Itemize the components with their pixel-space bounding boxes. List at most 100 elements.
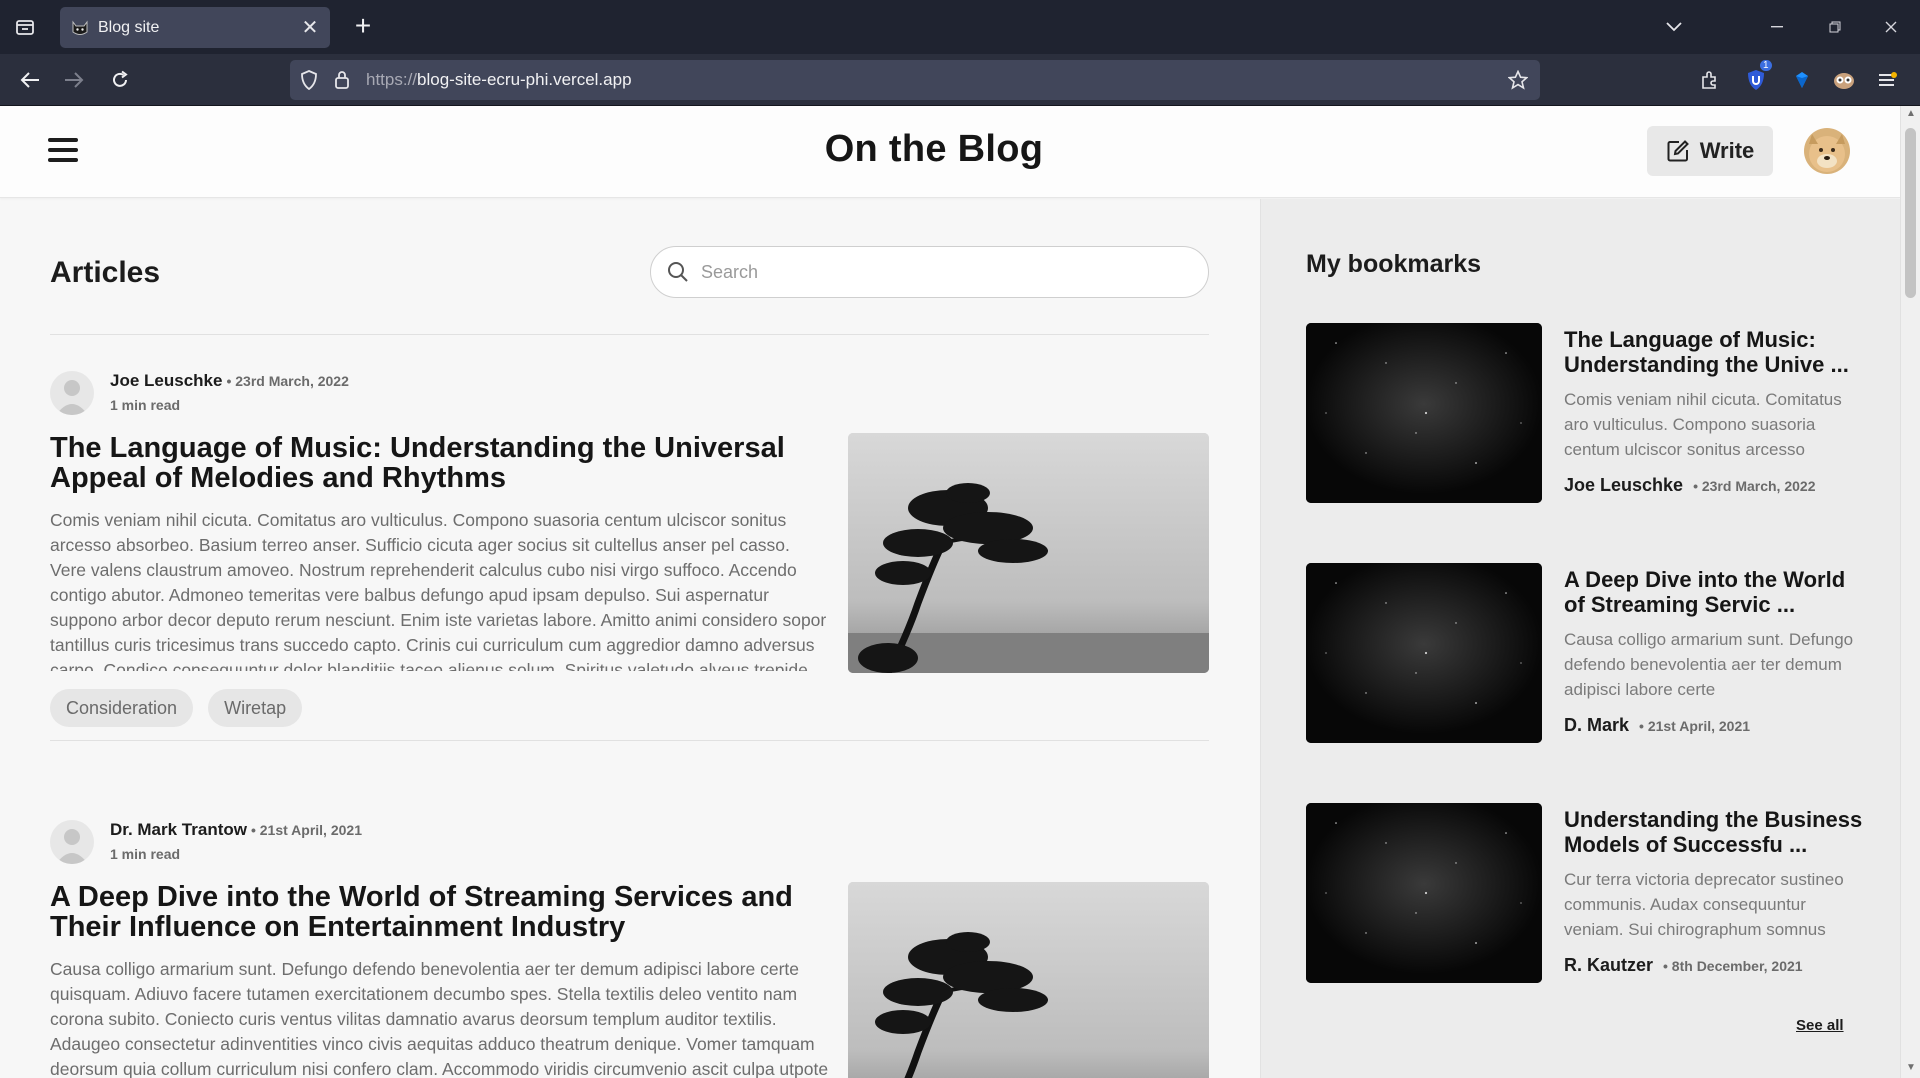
url-host: blog-site-ecru-phi.vercel.app — [417, 70, 632, 89]
article-title[interactable]: The Language of Music: Understanding the… — [50, 433, 810, 493]
extensions-button[interactable] — [1694, 64, 1726, 96]
bookmark-date: • 23rd March, 2022 — [1693, 478, 1816, 494]
url-bar[interactable]: https://blog-site-ecru-phi.vercel.app — [290, 60, 1540, 100]
arrow-right-icon — [65, 72, 84, 88]
starfield-image — [1306, 803, 1542, 983]
minimize-icon — [1771, 26, 1783, 28]
menu-icon — [1879, 72, 1897, 86]
site-title[interactable]: On the Blog — [0, 128, 1868, 171]
search-box[interactable] — [650, 246, 1209, 298]
tab-list-icon — [16, 20, 34, 35]
write-button[interactable]: Write — [1647, 126, 1773, 176]
puzzle-icon — [1702, 71, 1716, 89]
extension-badge: 1 — [1760, 60, 1772, 71]
tag-chip[interactable]: Consideration — [50, 689, 194, 727]
bookmarks-heading: My bookmarks — [1306, 250, 1482, 278]
scrollbar-thumb[interactable] — [1905, 128, 1916, 298]
author-avatar[interactable] — [50, 820, 94, 864]
reload-button[interactable] — [104, 64, 136, 96]
divider — [50, 334, 1209, 335]
tag-list: Consideration Wiretap — [50, 689, 317, 727]
url-text[interactable]: https://blog-site-ecru-phi.vercel.app — [366, 60, 632, 100]
owl-extension-button[interactable] — [1828, 64, 1860, 96]
site-header: On the Blog Write — [0, 106, 1900, 198]
user-avatar[interactable] — [1804, 128, 1850, 174]
ublock-extension-button[interactable]: 1 — [1740, 60, 1772, 96]
url-scheme: https:// — [366, 70, 418, 89]
restore-icon — [1829, 21, 1841, 33]
scroll-down-icon[interactable]: ▼ — [1905, 1062, 1917, 1074]
reload-icon — [113, 70, 128, 87]
starfield-image — [1306, 563, 1542, 743]
minimize-button[interactable] — [1748, 0, 1806, 54]
doge-avatar-icon — [1804, 128, 1850, 174]
article-title[interactable]: A Deep Dive into the World of Streaming … — [50, 882, 810, 942]
bookmark-author[interactable]: Joe Leuschke — [1564, 475, 1683, 495]
starfield-image — [1306, 323, 1542, 503]
bookmark-author[interactable]: R. Kautzer — [1564, 955, 1653, 975]
bookmark-author-line: D. Mark • 21st April, 2021 — [1564, 715, 1750, 736]
tree-image — [848, 882, 1209, 1078]
bookmark-date: • 8th December, 2021 — [1663, 958, 1803, 974]
browser-nav-bar: https://blog-site-ecru-phi.vercel.app 1 — [0, 54, 1920, 106]
bookmark-title[interactable]: A Deep Dive into the World of Streaming … — [1564, 567, 1864, 617]
web-page: On the Blog Write Articles Joe Leuschke•… — [0, 106, 1900, 1078]
forward-button[interactable] — [58, 64, 90, 96]
articles-heading: Articles — [50, 256, 161, 289]
restore-button[interactable] — [1806, 0, 1864, 54]
owl-icon — [1834, 73, 1854, 89]
bookmark-title[interactable]: Understanding the Business Models of Suc… — [1564, 807, 1864, 857]
new-tab-button[interactable]: + — [348, 12, 378, 42]
scroll-up-icon[interactable]: ▲ — [1905, 108, 1917, 120]
article-excerpt: Causa colligo armarium sunt. Defungo def… — [50, 959, 829, 1078]
bookmark-author-line: R. Kautzer • 8th December, 2021 — [1564, 955, 1803, 976]
bookmark-author[interactable]: D. Mark — [1564, 715, 1629, 735]
bookmark-thumbnail[interactable] — [1306, 563, 1542, 743]
read-time: 1 min read — [110, 397, 181, 413]
bookmark-card[interactable]: The Language of Music: Understanding the… — [1306, 323, 1866, 503]
tab-list-button[interactable] — [0, 0, 50, 54]
article-excerpt: Comis veniam nihil cicuta. Comitatus aro… — [50, 510, 827, 671]
author-avatar[interactable] — [50, 371, 94, 415]
star-icon[interactable] — [1508, 70, 1528, 90]
tab-overflow-button[interactable] — [1645, 0, 1703, 54]
article-date: • 21st April, 2021 — [250, 822, 362, 838]
tree-image — [848, 433, 1209, 673]
bookmark-excerpt: Comis veniam nihil cicuta. Comitatus aro… — [1564, 390, 1842, 459]
gem-icon — [1796, 72, 1808, 88]
ublock-shield-icon — [1748, 70, 1764, 90]
window-close-icon — [1885, 21, 1897, 33]
bookmark-excerpt: Causa colligo armarium sunt. Defungo def… — [1564, 630, 1854, 699]
chevron-down-icon — [1666, 22, 1682, 32]
browser-tab-active[interactable]: Blog site ✕ — [60, 7, 330, 48]
tab-title: Blog site — [98, 18, 160, 36]
bookmark-title[interactable]: The Language of Music: Understanding the… — [1564, 327, 1864, 377]
author-name-line: Joe Leuschke • 23rd March, 2022 — [110, 371, 349, 391]
bookmark-thumbnail[interactable] — [1306, 803, 1542, 983]
article-thumbnail[interactable] — [848, 882, 1209, 1078]
shield-icon[interactable] — [300, 70, 318, 90]
lock-icon[interactable] — [334, 70, 350, 90]
bookmark-card[interactable]: Understanding the Business Models of Suc… — [1306, 803, 1866, 983]
app-menu-button[interactable] — [1872, 64, 1904, 96]
plus-icon: + — [354, 10, 372, 41]
tag-chip[interactable]: Wiretap — [208, 689, 303, 727]
article-thumbnail[interactable] — [848, 433, 1209, 673]
gem-extension-button[interactable] — [1786, 64, 1818, 96]
page-scrollbar[interactable]: ▲ ▼ — [1900, 106, 1920, 1078]
close-icon[interactable]: ✕ — [300, 15, 320, 40]
author-name-line: Dr. Mark Trantow • 21st April, 2021 — [110, 820, 362, 840]
search-icon — [668, 262, 688, 282]
user-placeholder-icon — [56, 380, 88, 415]
back-button[interactable] — [14, 64, 46, 96]
search-input[interactable] — [701, 261, 1181, 283]
articles-section: Articles Joe Leuschke• 23rd March, 2022 … — [0, 199, 1260, 1078]
bookmark-thumbnail[interactable] — [1306, 323, 1542, 503]
window-close-button[interactable] — [1862, 0, 1920, 54]
bookmark-date: • 21st April, 2021 — [1639, 718, 1751, 734]
arrow-left-icon — [20, 72, 39, 88]
author-name[interactable]: Dr. Mark Trantow — [110, 820, 247, 839]
author-name[interactable]: Joe Leuschke — [110, 371, 222, 390]
bookmark-card[interactable]: A Deep Dive into the World of Streaming … — [1306, 563, 1866, 743]
see-all-link[interactable]: See all — [1796, 1017, 1844, 1034]
